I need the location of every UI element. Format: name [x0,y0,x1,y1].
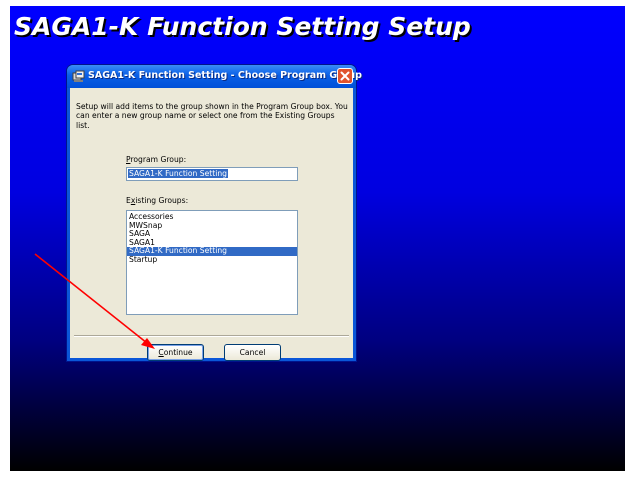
list-item[interactable]: MWSnap [127,221,297,231]
list-item[interactable]: Startup [127,255,297,265]
cancel-button[interactable]: Cancel [224,344,281,361]
setup-app-icon [72,70,85,82]
program-group-input[interactable]: SAGA1-K Function Setting [126,167,298,181]
setup-title: SAGA1-K Function Setting Setup [14,12,471,41]
choose-program-group-dialog: SAGA1-K Function Setting - Choose Progra… [67,65,362,361]
setup-screen: SAGA1-K Function Setting Setup SAGA1-K F… [10,6,625,471]
close-icon [340,71,350,81]
continue-button[interactable]: Continue [147,344,204,361]
existing-groups-label: Existing Groups: [126,196,189,205]
existing-groups-list[interactable]: Accessories MWSnap SAGA SAGA1 SAGA1-K Fu… [126,210,298,315]
program-group-label: Program Group: [126,155,187,164]
dialog-titlebar[interactable]: SAGA1-K Function Setting - Choose Progra… [67,65,362,88]
program-group-value: SAGA1-K Function Setting [128,169,228,178]
button-separator [74,335,349,337]
dialog-title: SAGA1-K Function Setting - Choose Progra… [88,70,362,81]
dialog-body: Setup will add items to the group shown … [70,88,353,361]
close-button[interactable] [337,68,353,84]
intro-text: Setup will add items to the group shown … [76,102,348,130]
